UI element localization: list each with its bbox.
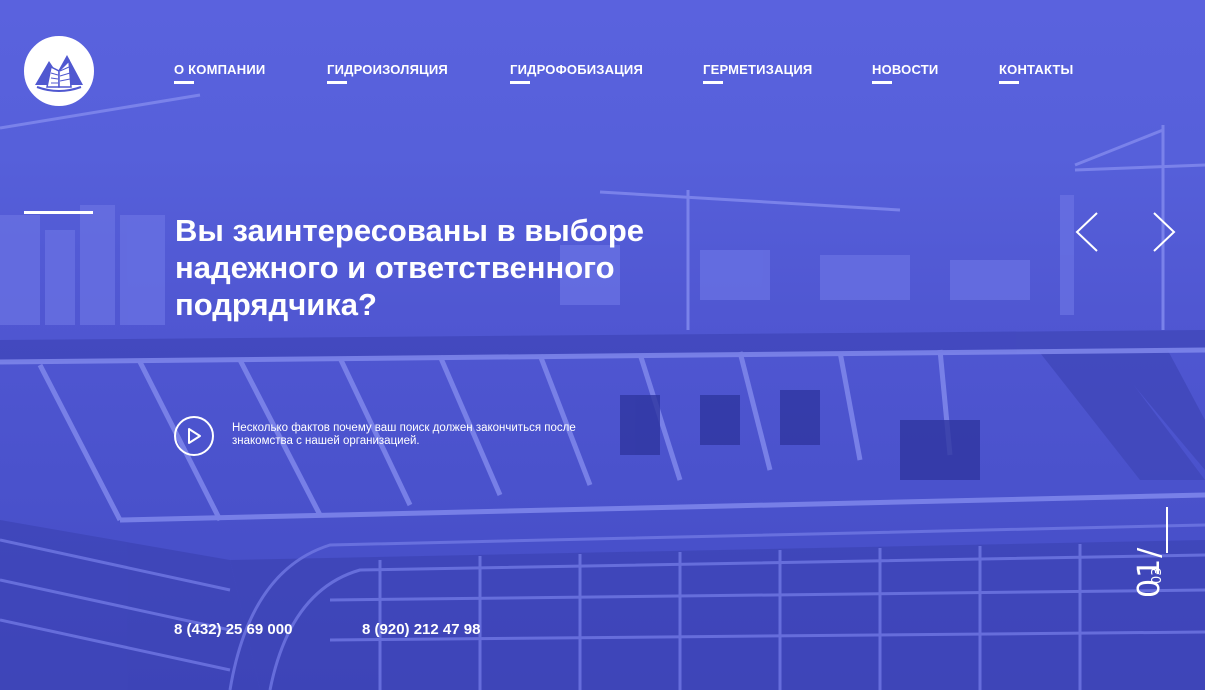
nav-item-hydrophobization[interactable]: ГИДРОФОБИЗАЦИЯ (510, 62, 643, 84)
nav-item-contacts[interactable]: КОНТАКТЫ (999, 62, 1073, 84)
nav-item-sealing[interactable]: ГЕРМЕТИЗАЦИЯ (703, 62, 812, 84)
video-caption: Несколько фактов почему ваш поиск должен… (232, 422, 576, 447)
slider-prev-button[interactable] (1073, 210, 1103, 254)
phone-link-1[interactable]: 8 (432) 25 69 000 (174, 621, 292, 638)
nav-item-label: НОВОСТИ (872, 62, 939, 77)
hero-background (0, 0, 1205, 690)
nav-item-label: О КОМПАНИИ (174, 62, 266, 77)
nav-underline (174, 81, 194, 84)
play-icon (188, 428, 201, 444)
nav-item-news[interactable]: НОВОСТИ (872, 62, 938, 84)
slider-next-button[interactable] (1150, 210, 1180, 254)
phone-link-2[interactable]: 8 (920) 212 47 98 (362, 621, 480, 638)
nav-item-about[interactable]: О КОМПАНИИ (174, 62, 265, 84)
stadium-construction-image (0, 93, 1205, 690)
nav-item-label: ГЕРМЕТИЗАЦИЯ (703, 62, 813, 77)
play-video-button[interactable] (174, 416, 214, 456)
slide-counter: 01/ 03 (1132, 547, 1182, 640)
nav-item-waterproofing[interactable]: ГИДРОИЗОЛЯЦИЯ (327, 62, 448, 84)
nav-item-label: ГИДРОИЗОЛЯЦИЯ (327, 62, 448, 77)
nav-underline (703, 81, 723, 84)
chevron-right-icon (1153, 212, 1176, 252)
nav-underline (999, 81, 1019, 84)
nav-underline (327, 81, 347, 84)
hero-headline: Вы заинтересованы в выборе надежного и о… (175, 213, 645, 322)
nav-item-label: ГИДРОФОБИЗАЦИЯ (510, 62, 643, 77)
nav-underline (510, 81, 530, 84)
slide-total: 03 (1150, 567, 1165, 584)
nav-item-label: КОНТАКТЫ (999, 62, 1074, 77)
main-navigation: О КОМПАНИИ ГИДРОИЗОЛЯЦИЯ ГИДРОФОБИЗАЦИЯ … (0, 62, 1205, 86)
nav-underline (872, 81, 892, 84)
chevron-left-icon (1075, 212, 1098, 252)
accent-line (24, 211, 93, 214)
